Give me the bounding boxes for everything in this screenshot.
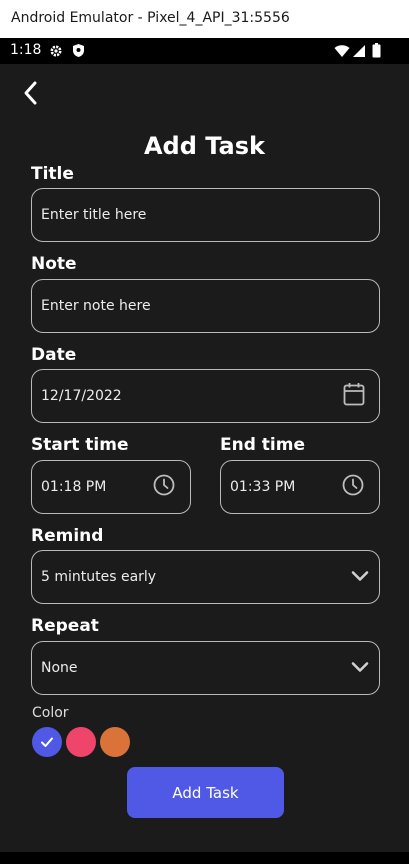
start-time-value: 01:18 PM	[41, 479, 107, 495]
signal-icon	[352, 43, 366, 62]
wifi-icon	[334, 43, 350, 62]
date-label: Date	[31, 345, 77, 365]
start-time-field[interactable]: 01:18 PM	[31, 460, 191, 514]
title-label: Title	[31, 164, 74, 184]
chevron-down-icon	[351, 659, 369, 678]
app-screen: Add Task Title Enter title here Note Ent…	[0, 64, 409, 852]
chevron-down-icon	[351, 568, 369, 587]
status-bar: 1:18	[0, 38, 409, 64]
repeat-value: None	[41, 660, 78, 676]
start-time-label: Start time	[31, 435, 129, 455]
title-input[interactable]: Enter title here	[31, 188, 380, 242]
repeat-dropdown[interactable]: None	[31, 641, 380, 695]
repeat-label: Repeat	[31, 616, 99, 636]
date-value: 12/17/2022	[41, 388, 122, 404]
window-title: Android Emulator - Pixel_4_API_31:5556	[11, 10, 290, 26]
shield-icon	[72, 43, 85, 62]
remind-label: Remind	[31, 526, 104, 546]
clock-icon[interactable]	[152, 473, 176, 501]
navigation-bar	[0, 852, 409, 864]
color-swatch[interactable]	[66, 727, 96, 757]
back-arrow-icon	[24, 81, 37, 105]
add-task-button[interactable]: Add Task	[127, 767, 284, 818]
status-time: 1:18	[10, 42, 42, 58]
page-title: Add Task	[143, 132, 265, 160]
end-time-label: End time	[220, 435, 305, 455]
color-swatch[interactable]	[32, 727, 62, 757]
window-titlebar: Android Emulator - Pixel_4_API_31:5556	[0, 0, 409, 38]
clock-icon[interactable]	[341, 473, 365, 501]
remind-value: 5 mintutes early	[41, 569, 157, 585]
end-time-value: 01:33 PM	[230, 479, 296, 495]
color-label: Color	[32, 705, 69, 721]
color-swatch[interactable]	[100, 727, 130, 757]
note-label: Note	[31, 254, 77, 274]
battery-icon	[372, 43, 381, 62]
note-input[interactable]: Enter note here	[31, 279, 380, 333]
end-time-field[interactable]: 01:33 PM	[220, 460, 380, 514]
back-button[interactable]	[16, 78, 46, 108]
checkmark-icon	[41, 737, 53, 747]
remind-dropdown[interactable]: 5 mintutes early	[31, 550, 380, 604]
date-field[interactable]: 12/17/2022	[31, 369, 380, 423]
title-placeholder: Enter title here	[41, 207, 147, 223]
calendar-icon[interactable]	[343, 382, 365, 410]
settings-icon	[49, 43, 63, 62]
note-placeholder: Enter note here	[41, 298, 151, 314]
